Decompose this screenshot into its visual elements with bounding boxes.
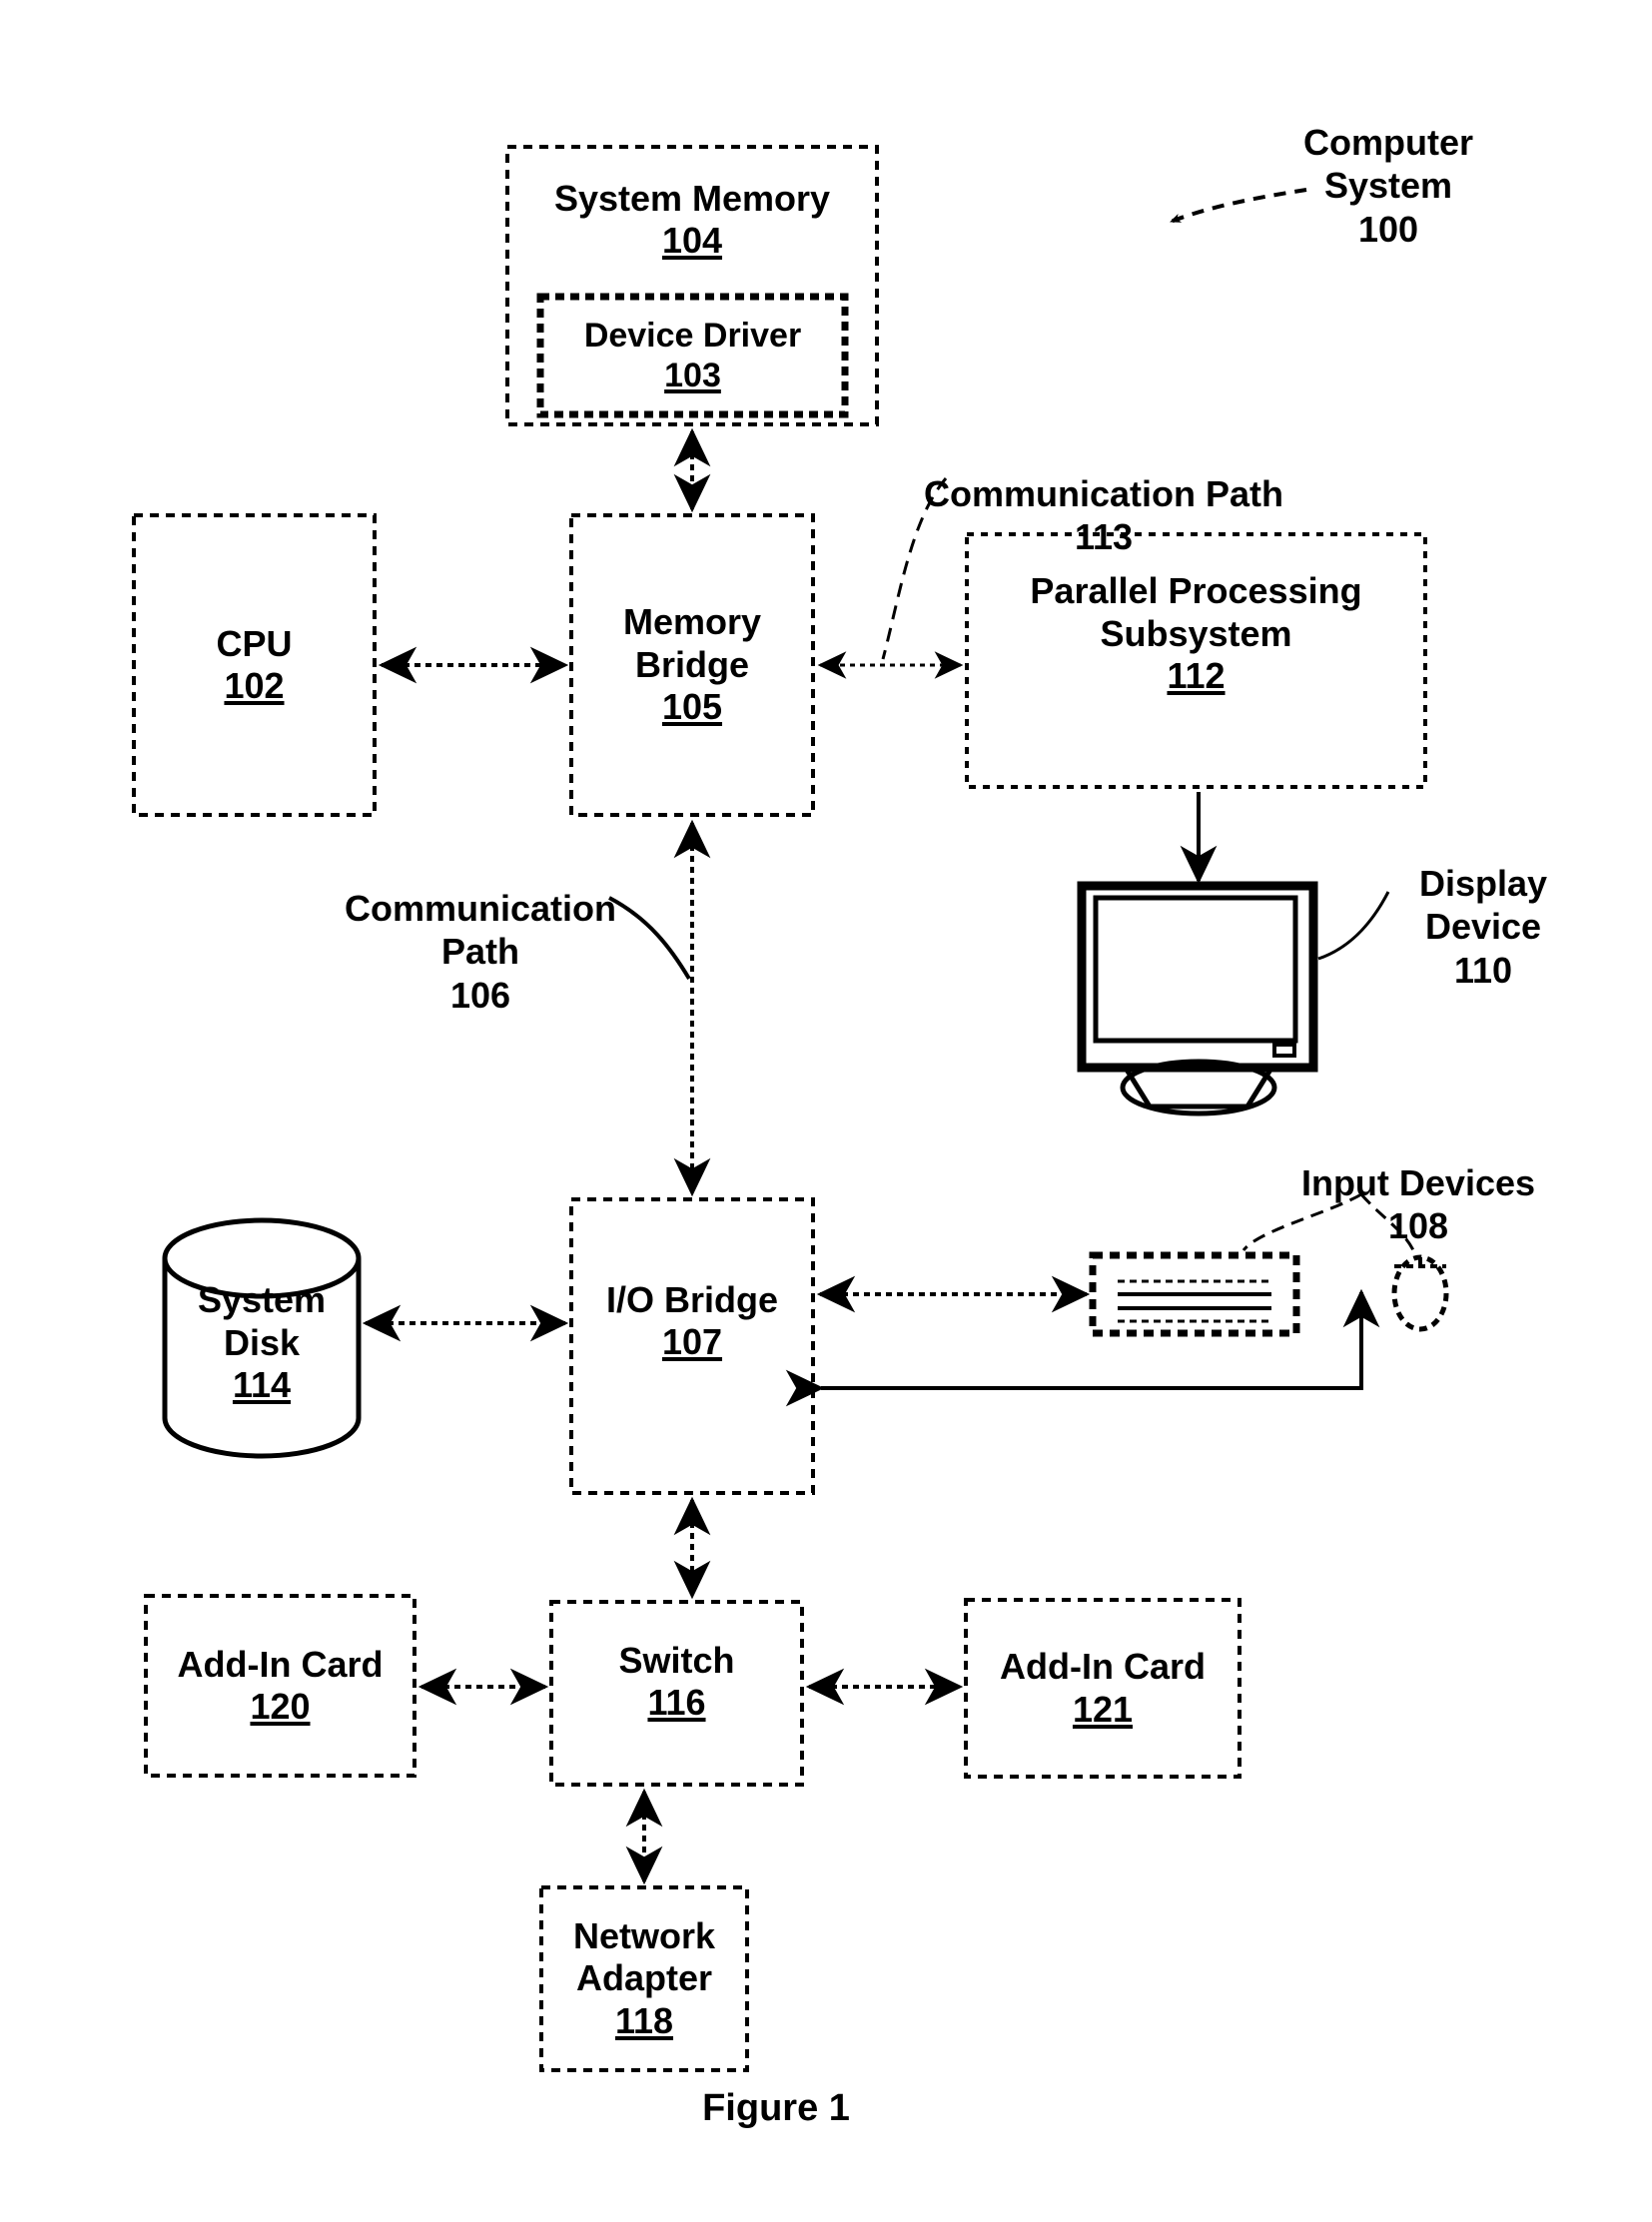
display-device-label: Display Device bbox=[1418, 863, 1548, 948]
diagram-vector-layer bbox=[132, 145, 1449, 2072]
input-devices-number: 108 bbox=[1387, 1205, 1449, 1247]
parallel-processing-subsystem-box bbox=[965, 532, 1427, 789]
computer-system-number: 100 bbox=[1357, 208, 1419, 250]
memory-bridge-box bbox=[569, 513, 815, 817]
cpu-box bbox=[132, 513, 377, 817]
system-memory-box bbox=[505, 145, 879, 426]
figure-caption-text: Figure 1 bbox=[702, 2087, 850, 2129]
system-disk-icon bbox=[162, 1217, 362, 1459]
input-devices-callout: Input Devices 108 bbox=[1268, 1118, 1568, 1248]
communication-path-113-number: 113 bbox=[1074, 516, 1134, 558]
device-driver-box bbox=[536, 293, 849, 418]
communication-path-106-number: 106 bbox=[449, 974, 511, 1016]
figure-caption: Figure 1 bbox=[626, 2087, 926, 2130]
communication-path-106-callout: Communication Path 106 bbox=[316, 844, 645, 1017]
network-adapter-box bbox=[539, 1885, 749, 2072]
communication-path-106-label: Communication Path bbox=[344, 888, 616, 973]
add-in-card-121-box bbox=[964, 1598, 1241, 1779]
add-in-card-120-box bbox=[144, 1594, 416, 1778]
io-bridge-box bbox=[569, 1197, 815, 1495]
computer-system-label: Computer System bbox=[1303, 122, 1473, 207]
switch-box bbox=[549, 1600, 804, 1787]
communication-path-113-callout: Communication Path 113 bbox=[879, 429, 1328, 559]
patent-figure-1: Computer System 100 System Memory 104 De… bbox=[0, 0, 1652, 2222]
input-devices-label: Input Devices bbox=[1300, 1162, 1536, 1204]
display-device-callout: Display Device 110 bbox=[1368, 819, 1598, 992]
monitor-icon bbox=[1077, 881, 1318, 1116]
communication-path-113-label: Communication Path bbox=[923, 473, 1284, 515]
keyboard-icon bbox=[1089, 1251, 1300, 1337]
computer-system-callout: Computer System 100 bbox=[1248, 78, 1528, 251]
display-device-number: 110 bbox=[1453, 949, 1513, 991]
mouse-icon bbox=[1391, 1254, 1449, 1332]
